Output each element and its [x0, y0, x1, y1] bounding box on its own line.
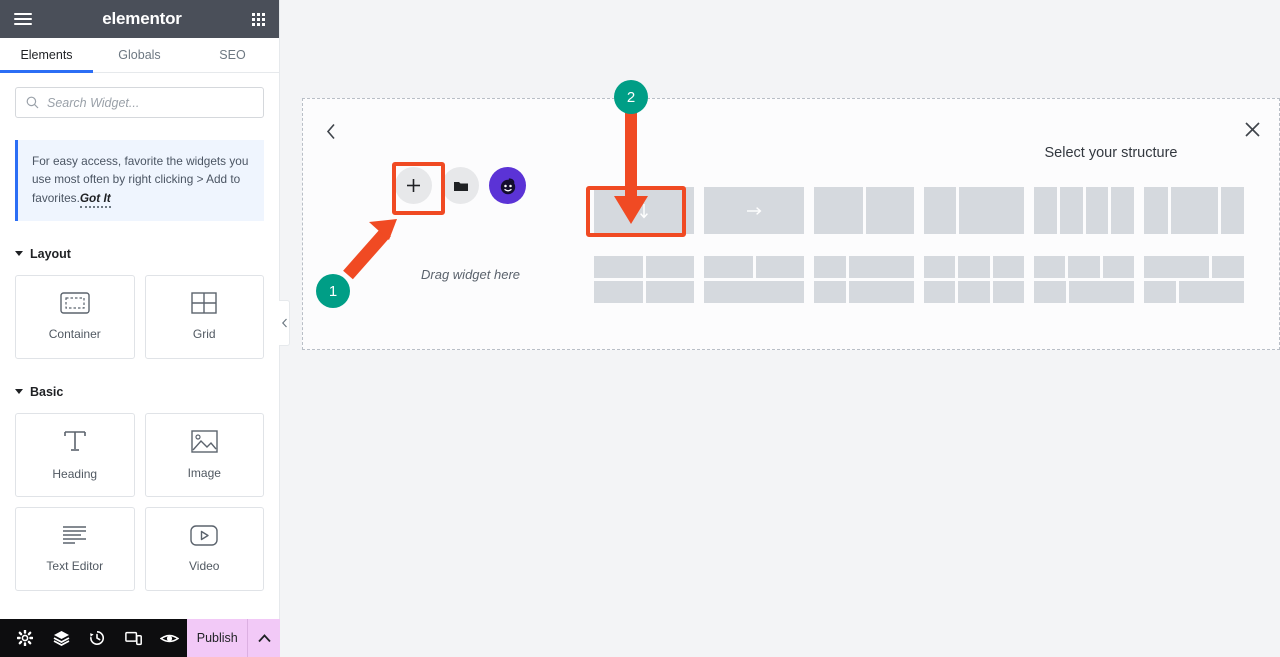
structure-col-2-left-small[interactable]: [919, 187, 1029, 234]
responsive-devices-icon[interactable]: [115, 619, 151, 657]
widget-grid[interactable]: Grid: [144, 274, 264, 359]
widget-heading[interactable]: Heading: [15, 412, 135, 497]
settings-gear-icon[interactable]: [7, 619, 43, 657]
arrow-down-icon: [640, 203, 648, 218]
section-label-layout: Layout: [30, 246, 71, 261]
notice-got-it-link[interactable]: Got It: [79, 190, 111, 208]
publish-button[interactable]: Publish: [187, 619, 248, 657]
navigator-layers-icon[interactable]: [43, 619, 79, 657]
video-play-icon: [190, 525, 218, 546]
search-icon: [26, 96, 39, 109]
text-editor-icon: [63, 526, 87, 545]
structure-col-2-right-small[interactable]: [809, 256, 919, 303]
widget-image[interactable]: Image: [144, 412, 264, 497]
structure-col-3-center-wide[interactable]: [1139, 187, 1249, 234]
heading-text-icon: [63, 431, 86, 452]
tab-seo[interactable]: SEO: [186, 38, 279, 72]
tab-globals[interactable]: Globals: [93, 38, 186, 72]
structure-panel-title: Select your structure: [1044, 145, 1178, 161]
structure-offset-rows[interactable]: [1139, 256, 1249, 303]
section-label-basic: Basic: [30, 384, 64, 399]
widget-grid-layout: Container Grid: [0, 261, 279, 359]
chevron-left-icon: [281, 318, 287, 328]
publish-options-button[interactable]: [247, 619, 280, 657]
widget-label-text-editor: Text Editor: [46, 559, 104, 574]
editor-canvas: Select your structure Drag widget here: [280, 0, 1280, 657]
folder-icon: [453, 182, 468, 191]
caret-down-icon: [15, 251, 23, 257]
history-clock-icon[interactable]: [79, 619, 115, 657]
widget-label-grid: Grid: [192, 327, 216, 342]
chevron-up-icon: [258, 633, 271, 642]
grid-icon: [191, 292, 217, 315]
section-header-basic[interactable]: Basic: [0, 359, 279, 399]
structure-three-top-two-bottom[interactable]: [1029, 256, 1139, 303]
panel-tabs: Elements Globals SEO: [0, 38, 279, 73]
container-icon: [60, 292, 90, 315]
widget-grid-basic: Heading Image Text Editor Video: [0, 399, 279, 591]
elementor-editor: elementor Elements Globals SEO For easy …: [0, 0, 1280, 657]
add-template-folder-button[interactable]: [442, 167, 479, 204]
preview-eye-icon[interactable]: [151, 619, 187, 657]
widget-label-container: Container: [48, 327, 101, 342]
close-x-icon: [1245, 122, 1260, 137]
favorites-notice: For easy access, favorite the widgets yo…: [15, 140, 264, 221]
structure-col-1-horizontal[interactable]: [699, 187, 809, 234]
search-box[interactable]: [15, 87, 264, 118]
notice-text: For easy access, favorite the widgets yo…: [32, 154, 249, 205]
arrow-right-icon: [747, 206, 762, 215]
panel-header: elementor: [0, 0, 279, 38]
section-header-layout[interactable]: Layout: [0, 221, 279, 261]
structure-panel-title-row: Select your structure: [303, 145, 1279, 161]
structure-col-2-equal[interactable]: [809, 187, 919, 234]
structure-back-button[interactable]: [325, 123, 338, 145]
widget-label-heading: Heading: [52, 467, 98, 482]
widget-label-image: Image: [187, 465, 221, 480]
structure-grid-2x2[interactable]: [589, 256, 699, 303]
drag-widget-hint: Drag widget here: [421, 267, 520, 282]
editor-bottom-bar: Publish: [0, 619, 280, 657]
bottom-bar-icons: [0, 619, 187, 657]
annotation-badge-2: 2: [614, 80, 648, 114]
annotation-badge-1: 1: [316, 274, 350, 308]
add-widget-plus-button[interactable]: [395, 167, 432, 204]
add-element-controls: [395, 167, 526, 204]
search-input[interactable]: [47, 95, 253, 110]
apps-grid-icon[interactable]: [252, 12, 265, 26]
chevron-left-icon: [326, 123, 335, 140]
widget-text-editor[interactable]: Text Editor: [15, 506, 135, 591]
structure-col-4-equal[interactable]: [1029, 187, 1139, 234]
widget-sections: Layout Container Grid Basic Heading Imag…: [0, 221, 279, 657]
structure-col-1-vertical[interactable]: [589, 187, 699, 234]
search-area: [0, 73, 279, 118]
widget-container[interactable]: Container: [15, 274, 135, 359]
tab-elements[interactable]: Elements: [0, 38, 93, 73]
caret-down-icon: [15, 389, 23, 395]
image-icon: [191, 430, 218, 453]
structure-two-top-one-bottom[interactable]: [699, 256, 809, 303]
hamburger-icon[interactable]: [14, 13, 32, 25]
ai-assistant-button[interactable]: [489, 167, 526, 204]
widget-video[interactable]: Video: [144, 506, 264, 591]
elementor-side-panel: elementor Elements Globals SEO For easy …: [0, 0, 290, 657]
structure-close-button[interactable]: [1244, 121, 1261, 143]
ai-face-icon: [500, 177, 515, 194]
widget-label-video: Video: [189, 558, 220, 573]
plus-icon: [407, 179, 420, 192]
collapse-panel-button[interactable]: [279, 300, 290, 346]
structure-selector-panel: Select your structure Drag widget here: [302, 98, 1280, 350]
elementor-logo-text: elementor: [102, 9, 182, 28]
structure-grid-3x2[interactable]: [919, 256, 1029, 303]
structure-options-grid: [589, 187, 1249, 303]
